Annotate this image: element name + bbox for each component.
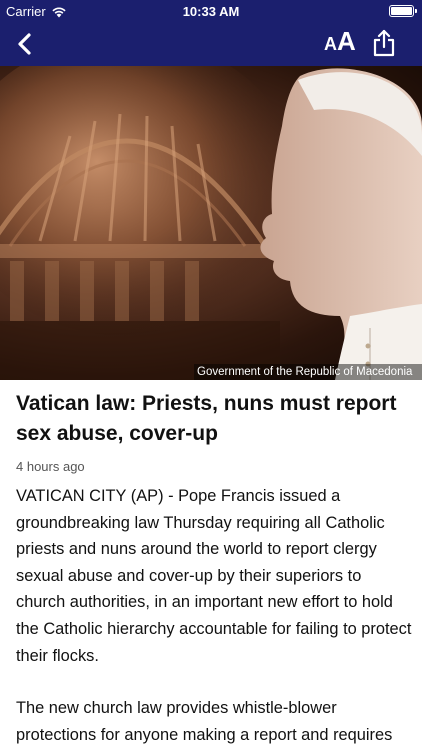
portrait-illustration (260, 68, 422, 380)
status-bar: Carrier 10:33 AM (0, 0, 422, 22)
photo-credit: Government of the Republic of Macedonia (194, 364, 422, 380)
article-hero-image: Government of the Republic of Macedonia (0, 66, 422, 380)
chevron-left-icon (18, 33, 31, 55)
font-size-big-glyph: A (337, 26, 356, 56)
article-timestamp: 4 hours ago (16, 459, 85, 474)
font-size-button[interactable]: A A (324, 26, 356, 60)
share-icon (373, 29, 395, 57)
share-button[interactable] (370, 28, 398, 60)
article-headline: Vatican law: Priests, nuns must report s… (16, 392, 397, 445)
status-time: 10:33 AM (182, 4, 240, 19)
article-body: VATICAN CITY (AP) - Pope Francis issued … (16, 483, 412, 750)
back-button[interactable] (10, 28, 42, 60)
article-paragraph: The new church law provides whistle-blow… (16, 699, 393, 744)
font-size-small-glyph: A (324, 34, 337, 54)
battery-icon (389, 5, 417, 17)
navigation-bar: A A (0, 22, 422, 66)
article-paragraph: VATICAN CITY (AP) - Pope Francis issued … (16, 487, 412, 665)
